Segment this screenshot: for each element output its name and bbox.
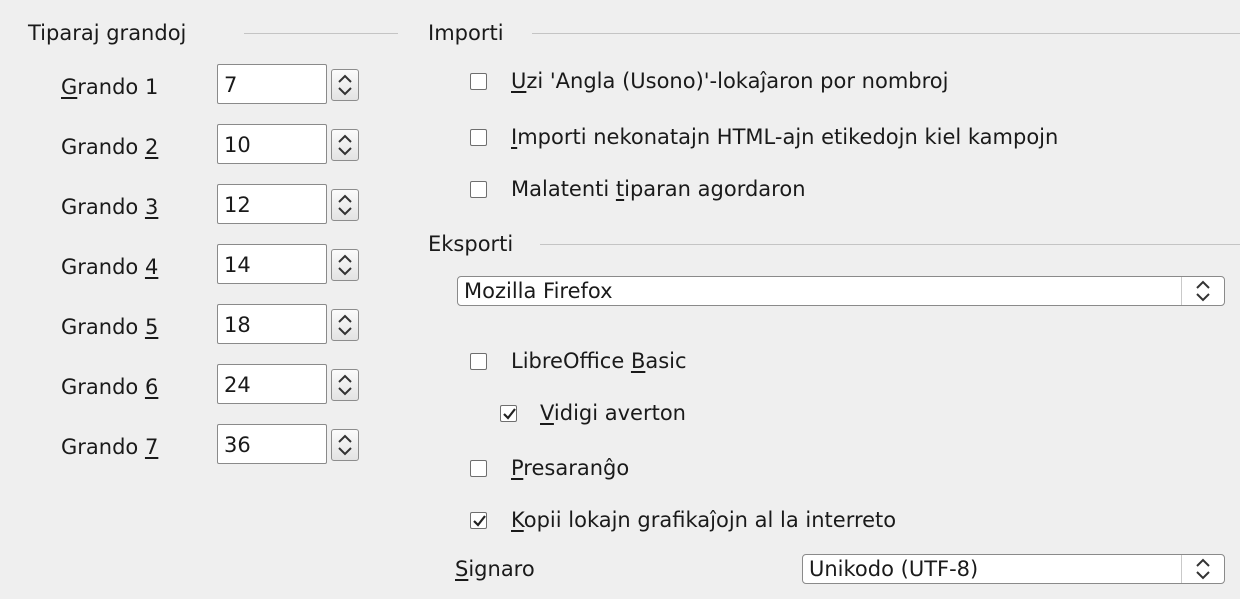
font-size-spinbox-5[interactable]: 18 xyxy=(217,304,359,346)
spin-arrows-icon[interactable] xyxy=(331,249,359,281)
spin-arrows-icon[interactable] xyxy=(331,309,359,341)
font-size-field-4[interactable]: 14 xyxy=(217,244,327,284)
label-unknown-tags: Importi nekonatajn HTML-ajn etikedojn ki… xyxy=(511,125,1059,149)
export-browser-value: Mozilla Firefox xyxy=(464,279,613,303)
font-size-field-5[interactable]: 18 xyxy=(217,304,327,344)
spin-arrows-icon[interactable] xyxy=(331,189,359,221)
font-size-field-6[interactable]: 24 xyxy=(217,364,327,404)
label-english-locale: Uzi 'Angla (Usono)'-lokaĵaron por nombro… xyxy=(511,69,949,93)
updown-chevron-icon[interactable] xyxy=(1181,277,1224,305)
spin-arrows-icon[interactable] xyxy=(331,429,359,461)
font-size-label-2: Grando 2 xyxy=(61,135,159,159)
label-print-layout: Presaranĝo xyxy=(511,456,630,480)
font-size-spinbox-1[interactable]: 7 xyxy=(217,64,359,106)
updown-chevron-icon[interactable] xyxy=(1181,555,1224,583)
font-size-label-6: Grando 6 xyxy=(61,375,159,399)
checkmark-icon xyxy=(503,408,516,420)
export-title: Eksporti xyxy=(428,232,514,256)
spin-arrows-icon[interactable] xyxy=(331,69,359,101)
font-size-label-4: Grando 4 xyxy=(61,255,159,279)
checkmark-icon xyxy=(473,515,486,527)
font-size-field-1[interactable]: 7 xyxy=(217,64,327,104)
font-size-label-7: Grando 7 xyxy=(61,435,159,459)
charset-label: Signaro xyxy=(455,557,535,581)
font-size-spinbox-6[interactable]: 24 xyxy=(217,364,359,406)
font-size-field-3[interactable]: 12 xyxy=(217,184,327,224)
export-browser-select[interactable]: Mozilla Firefox xyxy=(457,276,1225,306)
font-size-spinbox-3[interactable]: 12 xyxy=(217,184,359,226)
import-title: Importi xyxy=(428,21,504,45)
font-size-field-2[interactable]: 10 xyxy=(217,124,327,164)
font-size-label-3: Grando 3 xyxy=(61,195,159,219)
export-divider xyxy=(540,244,1240,245)
font-sizes-divider xyxy=(244,33,398,34)
checkbox-print-layout[interactable] xyxy=(470,460,487,477)
font-size-label-1: Grando 1 xyxy=(61,75,159,99)
checkbox-ignore-font[interactable] xyxy=(470,181,487,198)
checkbox-unknown-tags[interactable] xyxy=(470,129,487,146)
font-sizes-title: Tiparaj grandoj xyxy=(28,21,187,45)
label-basic: LibreOffice Basic xyxy=(511,349,687,373)
label-copy-graphics: Kopii lokajn grafikaĵojn al la interreto xyxy=(511,508,897,532)
charset-select[interactable]: Unikodo (UTF-8) xyxy=(802,554,1225,584)
font-size-field-7[interactable]: 36 xyxy=(217,424,327,464)
font-size-spinbox-4[interactable]: 14 xyxy=(217,244,359,286)
import-divider xyxy=(532,33,1240,34)
font-size-spinbox-2[interactable]: 10 xyxy=(217,124,359,166)
checkbox-english-locale[interactable] xyxy=(470,73,487,90)
font-size-spinbox-7[interactable]: 36 xyxy=(217,424,359,466)
charset-value: Unikodo (UTF-8) xyxy=(809,557,979,581)
label-ignore-font: Malatenti tiparan agordaron xyxy=(511,177,806,201)
checkbox-basic[interactable] xyxy=(470,353,487,370)
spin-arrows-icon[interactable] xyxy=(331,369,359,401)
checkbox-warning[interactable] xyxy=(500,405,517,422)
checkbox-copy-graphics[interactable] xyxy=(470,512,487,529)
label-warning: Vidigi averton xyxy=(540,401,686,425)
font-size-label-5: Grando 5 xyxy=(61,315,159,339)
spin-arrows-icon[interactable] xyxy=(331,129,359,161)
